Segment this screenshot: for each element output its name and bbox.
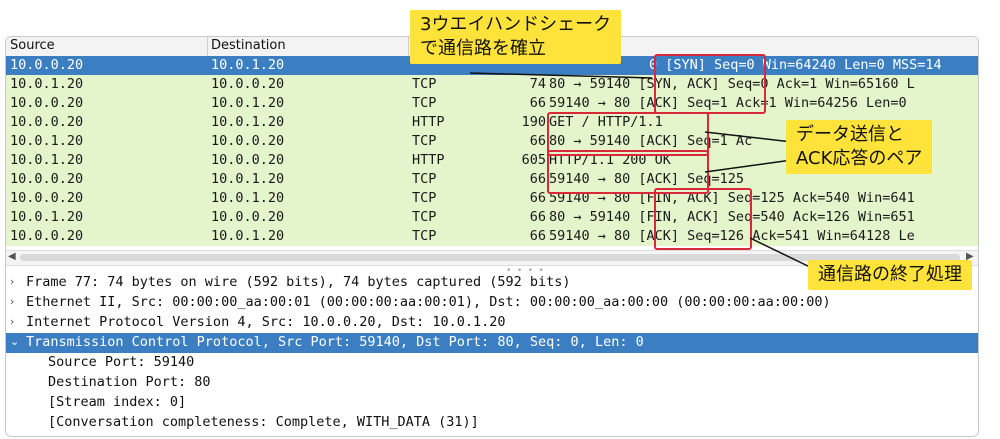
data-ack-callout: データ送信と ACK応答のペア	[786, 120, 933, 174]
termination-callout: 通信路の終了処理	[808, 260, 972, 290]
handshake-callout: 3ウエイハンドシェーク で通信路を確立	[410, 10, 622, 64]
callout-leader-lines	[469, 72, 813, 269]
